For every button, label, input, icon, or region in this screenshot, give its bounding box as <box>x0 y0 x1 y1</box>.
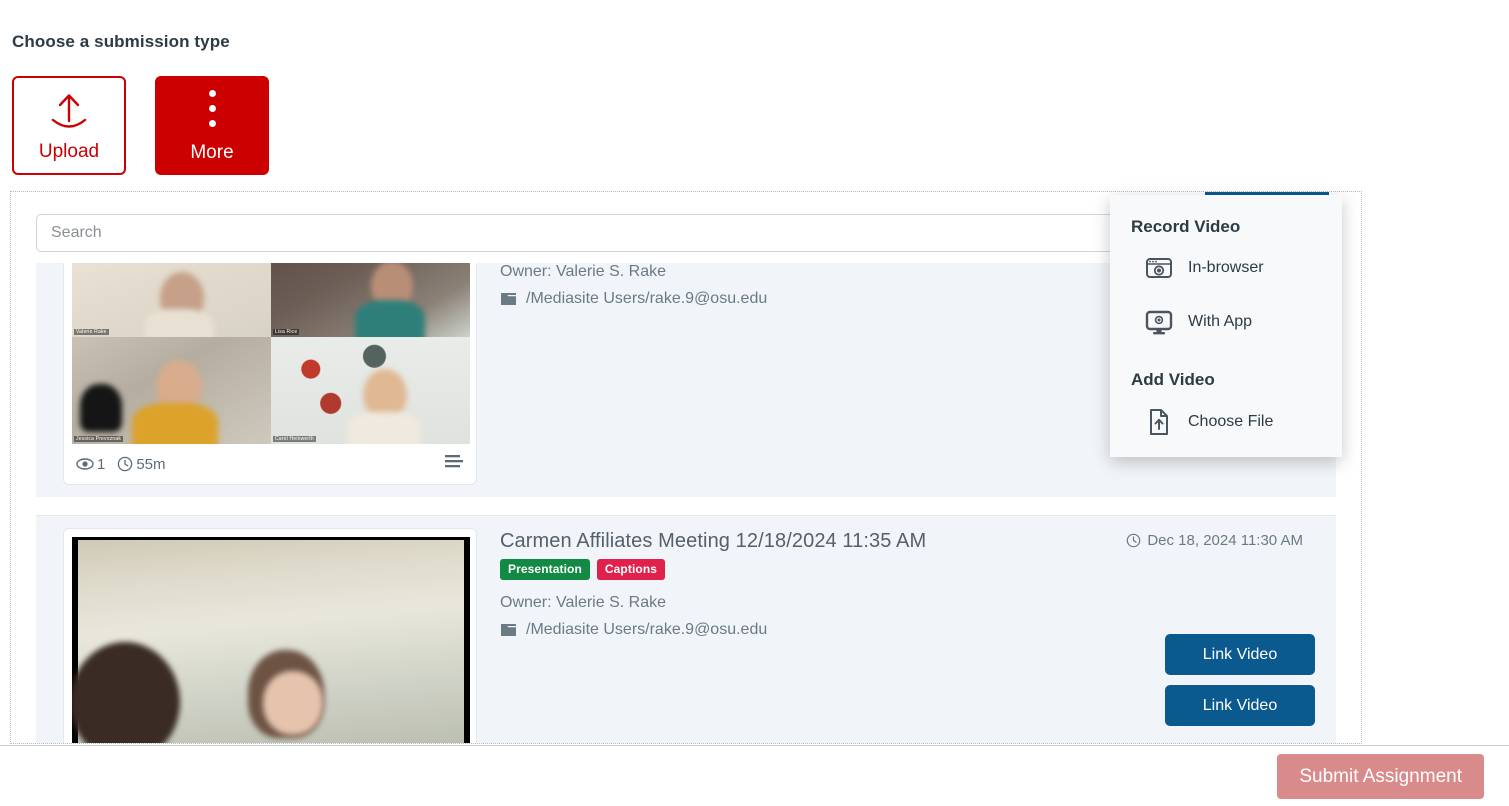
page-root: Choose a submission type Upload More Sea… <box>0 0 1509 806</box>
menu-heading-add-video: Add Video <box>1131 370 1215 389</box>
upload-button-label: Upload <box>38 141 100 162</box>
link-video-button[interactable]: Link Video <box>1165 685 1315 726</box>
video-date-value: Dec 18, 2024 11:30 AM <box>1147 532 1303 549</box>
link-video-button[interactable]: Link Video <box>1165 634 1315 675</box>
three-dots-vertical-icon <box>208 89 216 127</box>
video-list-item[interactable]: Carmen Affiliates Meeting 12/18/2024 11:… <box>36 515 1336 743</box>
page-title: Choose a submission type <box>12 32 230 51</box>
folder-icon <box>501 293 516 305</box>
folder-icon <box>501 624 516 636</box>
video-stats: 1 55m <box>72 444 468 484</box>
video-badges: Presentation Captions <box>500 559 1336 580</box>
duration-value: 55m <box>136 455 166 473</box>
desktop-record-icon <box>1144 307 1174 337</box>
menu-item-in-browser[interactable]: In-browser <box>1110 246 1342 290</box>
video-date: Dec 18, 2024 11:30 AM <box>1126 532 1303 549</box>
more-button-label: More <box>190 141 234 163</box>
video-owner: Owner: Valerie S. Rake <box>500 594 666 611</box>
submission-type-buttons: Upload More <box>12 76 269 175</box>
upload-submission-button[interactable]: Upload <box>12 76 126 175</box>
view-count-value: 1 <box>97 455 106 473</box>
video-folder-path: /Mediasite Users/rake.9@osu.edu <box>526 621 768 638</box>
menu-item-with-app[interactable]: With App <box>1110 300 1342 344</box>
more-options-menu: Record Video In-browser With App Add Vid… <box>1110 195 1342 457</box>
video-thumbnail <box>72 537 470 743</box>
menu-item-choose-file[interactable]: Choose File <box>1110 400 1342 444</box>
badge-presentation: Presentation <box>500 559 590 580</box>
transcript-icon[interactable] <box>444 454 464 474</box>
eye-icon <box>76 458 94 470</box>
browser-record-icon <box>1144 253 1174 283</box>
video-details: Carmen Affiliates Meeting 12/18/2024 11:… <box>477 528 1336 743</box>
submit-assignment-button[interactable]: Submit Assignment <box>1277 754 1484 799</box>
upload-arrow-icon <box>47 90 91 136</box>
clock-icon <box>1127 533 1141 548</box>
badge-captions: Captions <box>596 559 666 580</box>
menu-item-label: Choose File <box>1188 413 1274 430</box>
menu-heading-record-video: Record Video <box>1131 217 1241 236</box>
view-count: 1 <box>76 456 105 473</box>
video-folder-path: /Mediasite Users/rake.9@osu.edu <box>526 290 768 307</box>
clock-icon <box>118 456 133 472</box>
submit-bar: Submit Assignment <box>0 745 1509 806</box>
file-upload-icon <box>1144 407 1174 437</box>
menu-item-label: In-browser <box>1188 259 1264 276</box>
video-thumbnail-card[interactable]: Valerie Rake Lisa Rice Jessica Prevoznak… <box>63 263 477 485</box>
more-submission-button[interactable]: More <box>155 76 269 175</box>
video-thumbnail: Valerie Rake Lisa Rice Jessica Prevoznak… <box>72 263 470 444</box>
video-duration: 55m <box>117 455 166 473</box>
video-thumbnail-card[interactable] <box>63 528 477 743</box>
menu-item-label: With App <box>1188 313 1253 330</box>
